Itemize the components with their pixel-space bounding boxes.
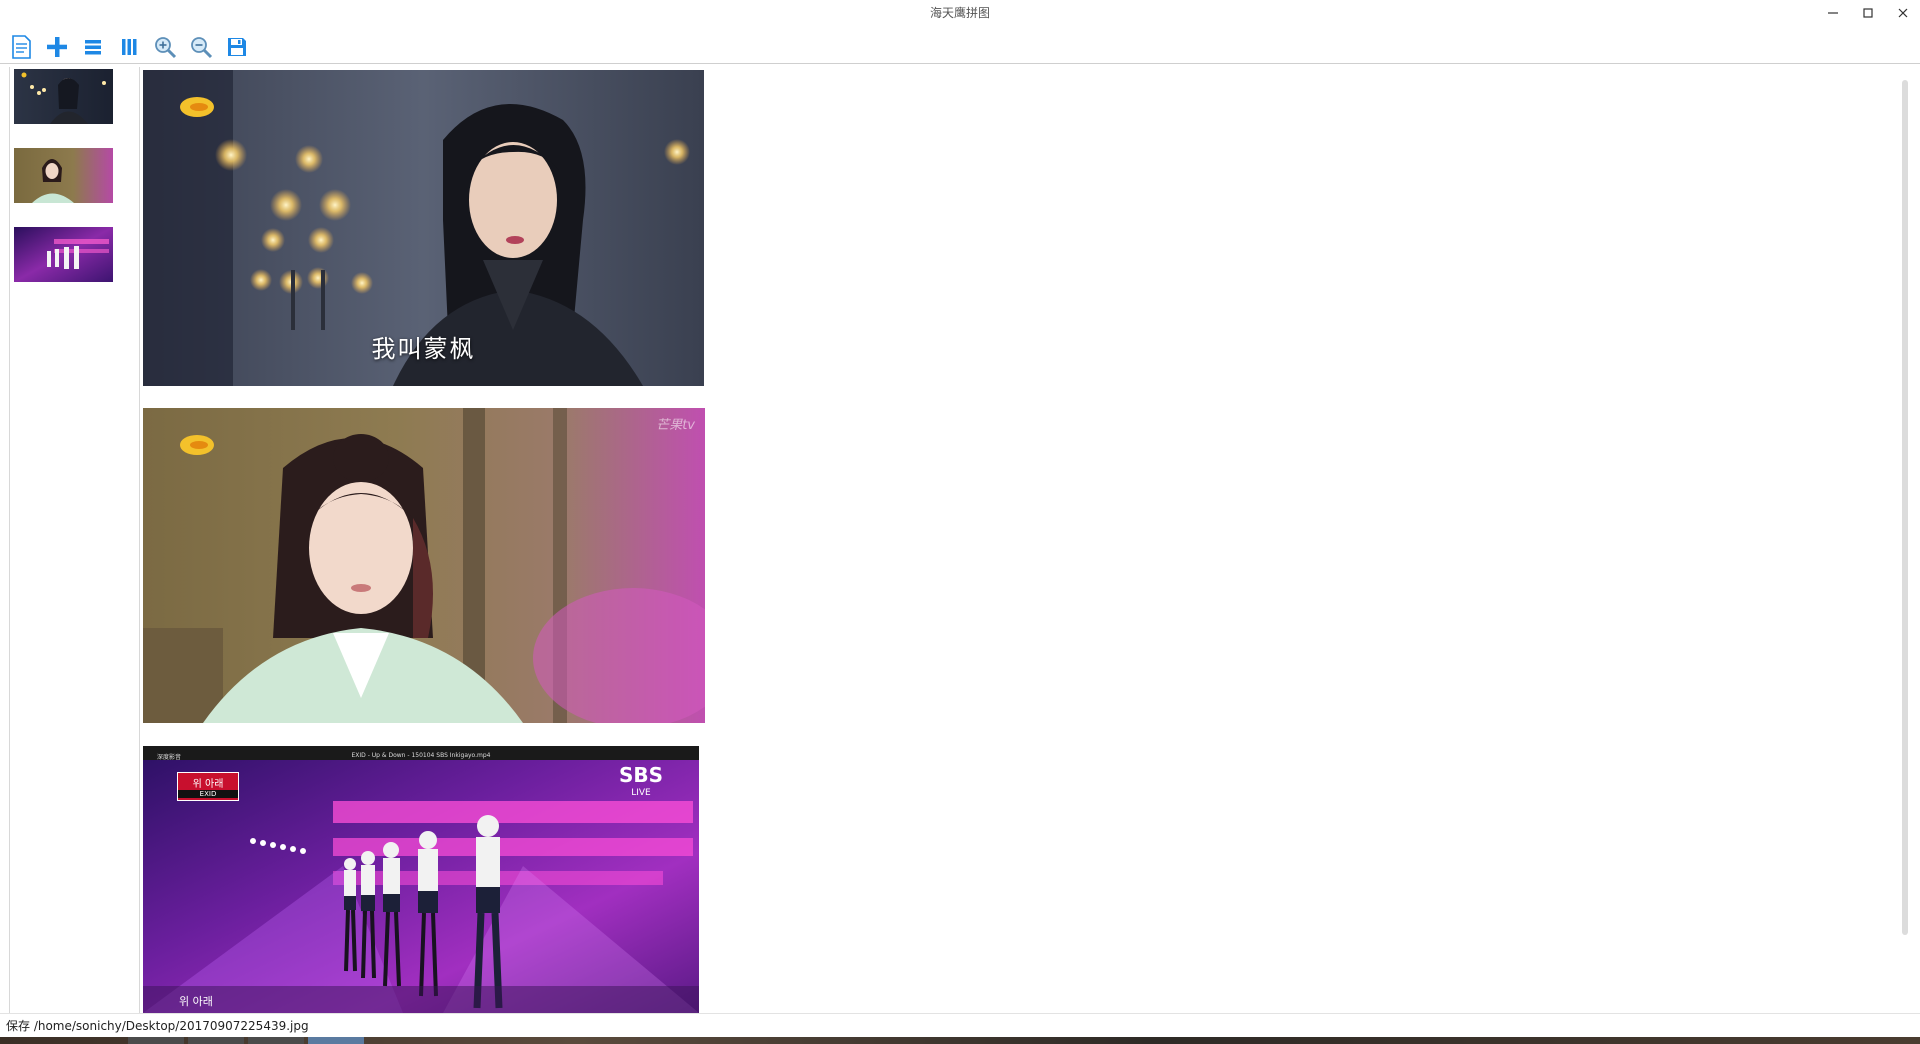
song-badge-title: 위 아래 [192,779,224,790]
status-message: 保存 /home/sonichy/Desktop/20170907225439.… [6,1019,309,1033]
song-badge-artist: EXID [178,790,238,798]
toolbar [0,30,1920,64]
status-bar: 保存 /home/sonichy/Desktop/20170907225439.… [0,1013,1920,1037]
save-icon [228,37,246,56]
add-button[interactable] [42,32,72,62]
thumbnail-image [14,69,113,124]
sbs-logo: SBS LIVE [619,765,663,802]
title-bar[interactable]: 海天鹰拼图 [0,0,1920,26]
rows-icon [85,39,101,54]
thumbnail-panel [9,67,140,1013]
taskbar-segment [188,1037,244,1044]
collage-canvas[interactable]: 我叫蒙枫 芒果tv 深度影音 EXID - Up & Down - 150104… [140,67,1900,1013]
app-window: 海天鹰拼图 我叫蒙枫 芒果tv 深度影音 EXID - Up & Down - … [0,0,1920,1044]
thumbnail-image [14,148,113,203]
minimize-icon [1827,12,1838,14]
image-caption: 我叫蒙枫 [371,335,476,363]
image-watermark: 芒果tv [656,418,695,433]
collage-image-1[interactable]: 我叫蒙枫 [143,70,704,386]
vertical-scrollbar[interactable] [1902,80,1908,935]
minimize-button[interactable] [1815,0,1850,26]
player-file-title: EXID - Up & Down - 150104 SBS Inkigayo.m… [351,752,491,759]
document-icon [12,34,31,59]
window-controls [1815,0,1920,26]
taskbar-segment [128,1037,184,1044]
thumbnail-item[interactable] [14,227,113,282]
zoom-out-icon [191,36,213,58]
thumbnail-image [14,227,113,282]
collage-image-3[interactable]: 深度影音 EXID - Up & Down - 150104 SBS Inkig… [143,746,699,1013]
photo-portrait-green [143,408,705,723]
zoom-in-icon [155,36,177,58]
video-subtitle: 위 아래 [179,995,213,1008]
horizontal-layout-button[interactable] [114,32,144,62]
song-badge: 위 아래 EXID [177,772,239,801]
zoom-in-button[interactable] [150,32,180,62]
maximize-icon [1862,8,1873,18]
close-button[interactable] [1885,0,1920,26]
taskbar-segment [248,1037,304,1044]
save-button[interactable] [222,32,252,62]
close-icon [1898,8,1907,18]
window-title: 海天鹰拼图 [929,6,990,20]
desktop-background-strip [0,1037,1920,1044]
taskbar-segment-active [308,1037,364,1044]
plus-icon [47,36,67,57]
columns-icon [122,38,137,55]
collage-image-2[interactable]: 芒果tv [143,408,705,723]
vertical-layout-button[interactable] [78,32,108,62]
new-button[interactable] [6,32,36,62]
thumbnail-item[interactable] [14,148,113,203]
zoom-out-button[interactable] [186,32,216,62]
thumbnail-item[interactable] [14,69,113,124]
maximize-button[interactable] [1850,0,1885,26]
